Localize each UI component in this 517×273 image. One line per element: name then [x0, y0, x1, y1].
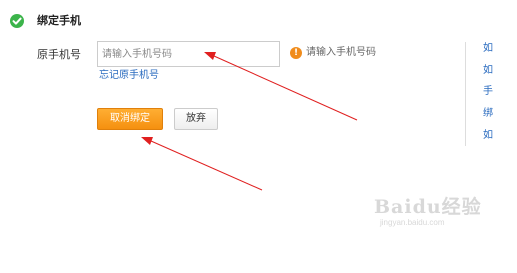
arrow-head-cancel	[141, 137, 153, 145]
baidu-watermark: Baidu经验 jingyan.baidu.com	[374, 196, 482, 228]
watermark-logo: Baidu经验	[374, 196, 482, 218]
help-link-1[interactable]: 如	[483, 42, 493, 56]
check-circle-icon	[10, 14, 24, 28]
arrow-to-cancel-button	[150, 140, 263, 191]
cancel-bind-button[interactable]: 取消绑定	[97, 108, 163, 130]
watermark-url: jingyan.baidu.com	[380, 218, 445, 227]
help-link-3[interactable]: 手	[483, 85, 493, 99]
help-link-2[interactable]: 如	[483, 64, 493, 78]
section-title: 绑定手机	[37, 14, 81, 27]
warning-icon: !	[290, 47, 302, 59]
phone-input[interactable]	[97, 41, 280, 67]
phone-label: 原手机号	[37, 48, 81, 61]
help-link-5[interactable]: 如	[483, 129, 493, 143]
give-up-button[interactable]: 放弃	[174, 108, 218, 130]
forgot-phone-link[interactable]: 忘记原手机号	[99, 69, 159, 83]
input-hint: 请输入手机号码	[306, 47, 376, 58]
help-link-4[interactable]: 绑	[483, 107, 493, 121]
column-divider	[465, 42, 466, 146]
